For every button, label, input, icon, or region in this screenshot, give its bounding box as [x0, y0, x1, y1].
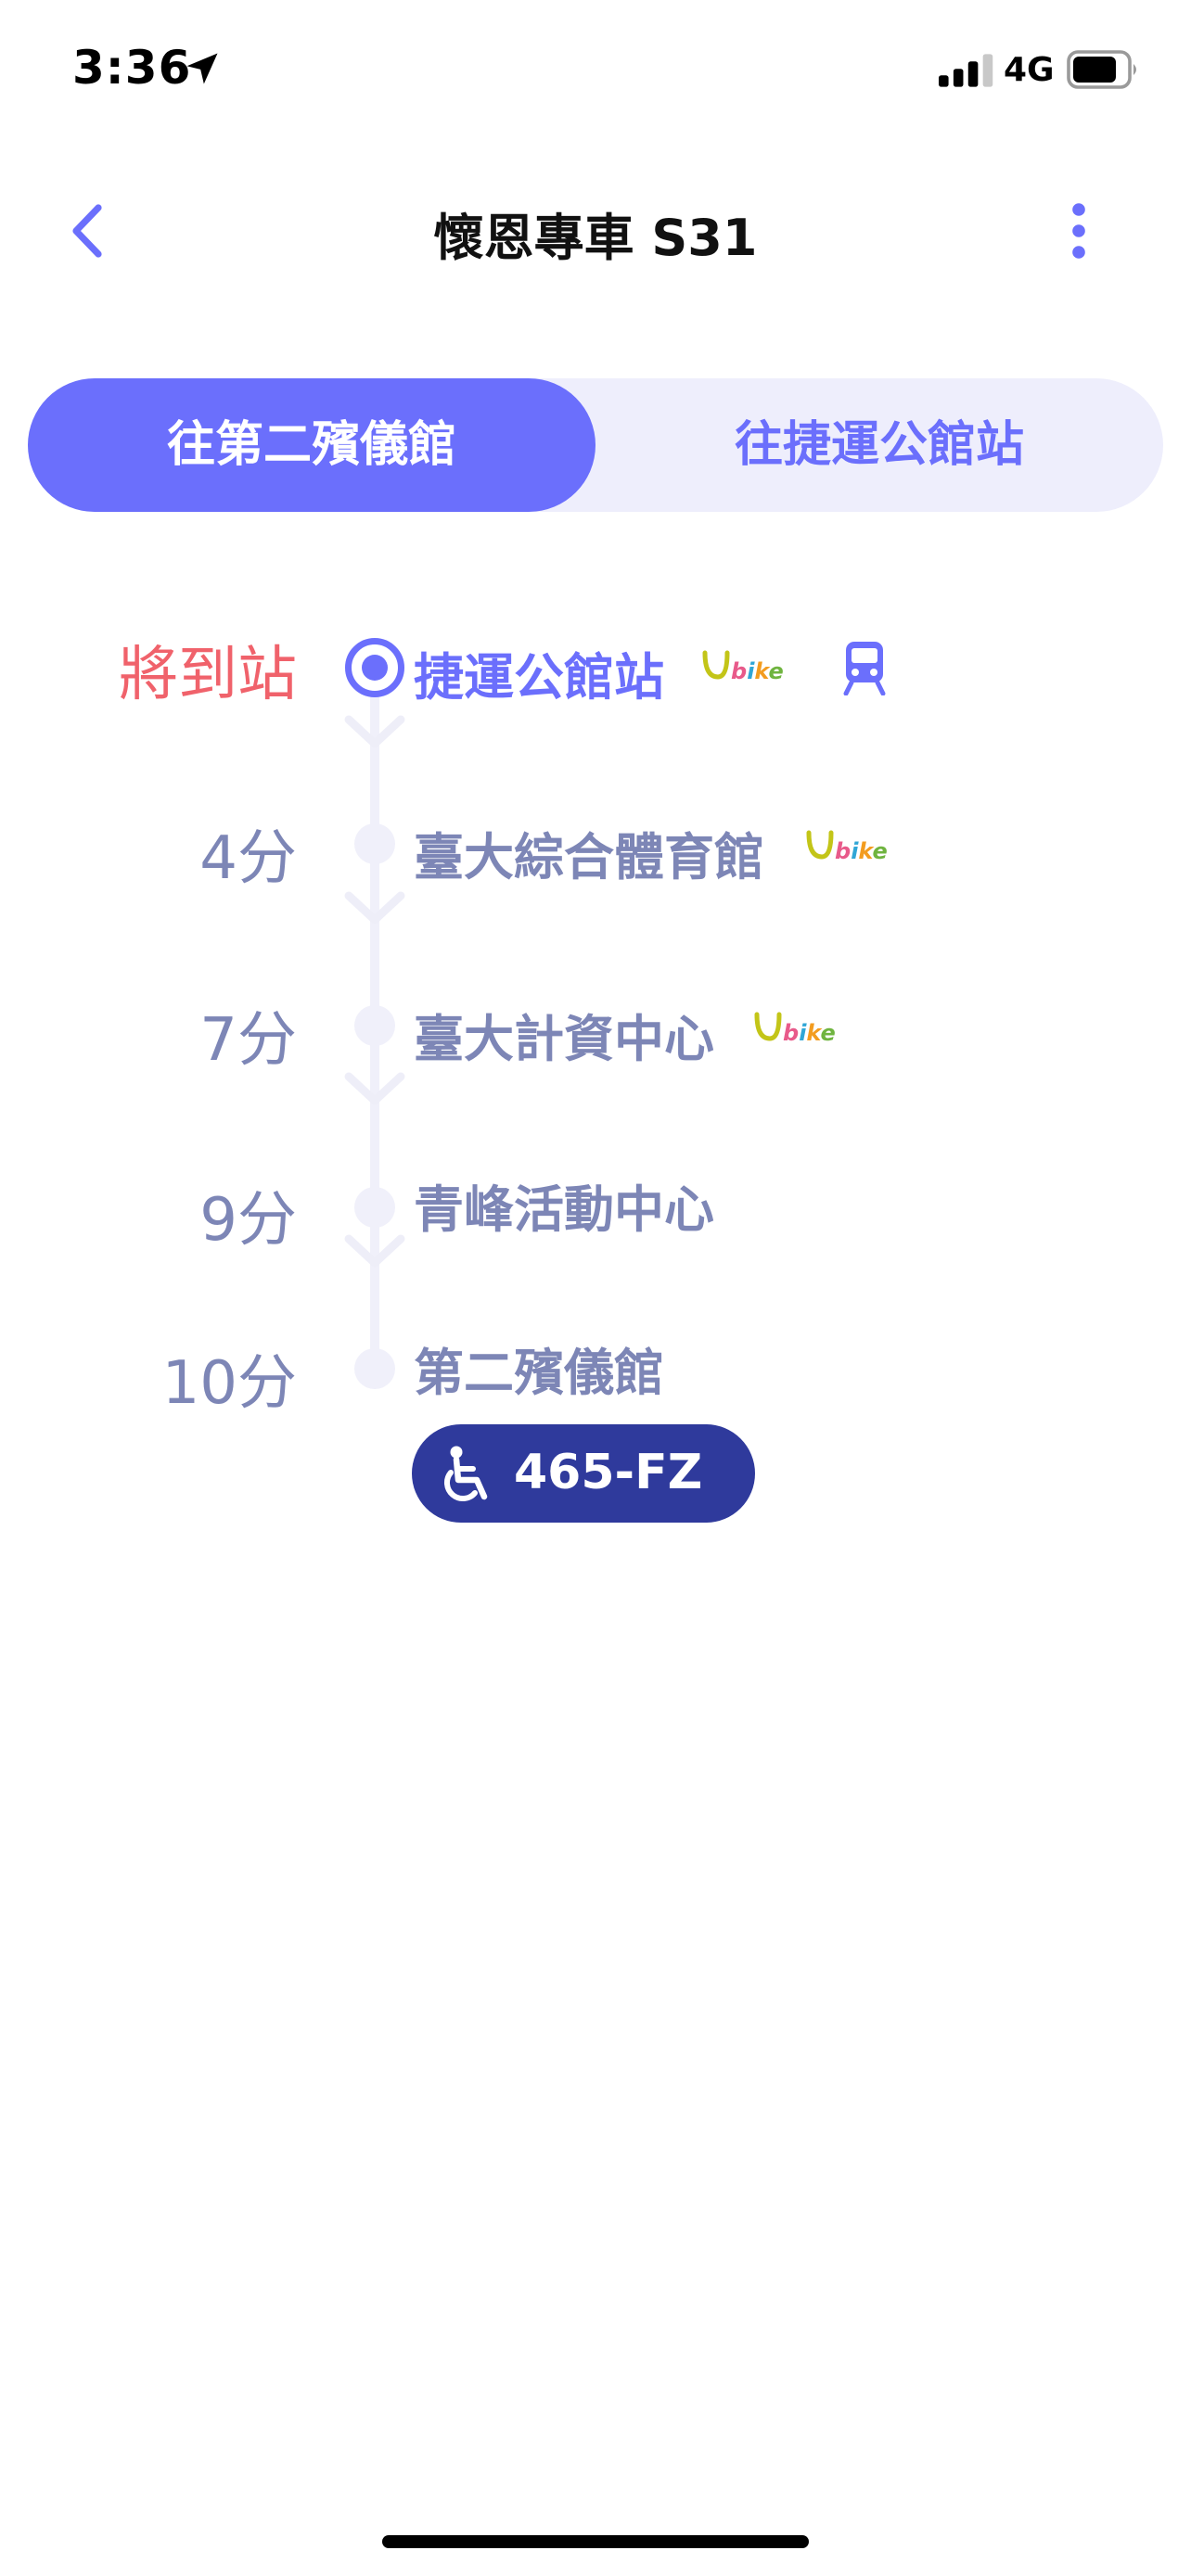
svg-text:bike: bike	[783, 1020, 836, 1046]
bus-plate-number: 465-FZ	[514, 1445, 703, 1500]
stop-name[interactable]: 臺大綜合體育館	[414, 816, 764, 889]
ubike-icon: bike	[702, 650, 784, 684]
app-screen: 3:36 4G 懷恩專車 S31 往第二殯儀館 往捷運公館站 將到站 捷運公館站…	[0, 0, 1191, 2576]
tab-to-second-funeral-parlor[interactable]: 往第二殯儀館	[28, 378, 596, 512]
chevron-down-icon	[344, 1072, 405, 1105]
more-vertical-icon[interactable]	[1065, 198, 1093, 263]
tab-to-gongguan-station[interactable]: 往捷運公館站	[596, 378, 1163, 512]
home-indicator[interactable]	[382, 2535, 809, 2548]
location-arrow-icon	[186, 53, 218, 84]
page-title: 懷恩專車 S31	[433, 209, 758, 267]
stop-eta: 9分	[199, 1186, 297, 1255]
stop-eta: 4分	[199, 824, 297, 893]
metro-icon	[843, 642, 886, 695]
chevron-down-icon	[344, 715, 405, 748]
stop-name[interactable]: 捷運公館站	[414, 636, 664, 709]
stop-dot	[354, 1187, 395, 1228]
cellular-signal-icon	[939, 54, 993, 87]
bus-plate-badge[interactable]: 465-FZ	[412, 1424, 755, 1523]
stop-name[interactable]: 第二殯儀館	[414, 1332, 664, 1405]
svg-text:bike: bike	[835, 838, 888, 864]
chevron-down-icon	[344, 891, 405, 925]
stop-dot	[354, 823, 395, 864]
stop-name[interactable]: 青峰活動中心	[414, 1168, 714, 1242]
stop-dot	[354, 1348, 395, 1389]
ubike-icon: bike	[806, 830, 888, 864]
status-time: 3:36	[72, 41, 192, 95]
battery-icon	[1067, 50, 1136, 89]
svg-text:bike: bike	[731, 658, 784, 684]
network-type: 4G	[1004, 51, 1055, 89]
direction-tabs: 往第二殯儀館 往捷運公館站	[28, 378, 1163, 512]
back-button[interactable]	[61, 198, 113, 263]
stop-eta: 將到站	[119, 641, 297, 709]
wheelchair-icon	[444, 1446, 488, 1501]
ubike-icon: bike	[754, 1012, 836, 1046]
stop-eta: 10分	[161, 1349, 297, 1418]
stop-dot	[354, 1005, 395, 1046]
current-stop-marker	[345, 638, 404, 697]
stop-name[interactable]: 臺大計資中心	[414, 998, 714, 1071]
chevron-down-icon	[344, 1234, 405, 1268]
stop-eta: 7分	[199, 1006, 297, 1075]
